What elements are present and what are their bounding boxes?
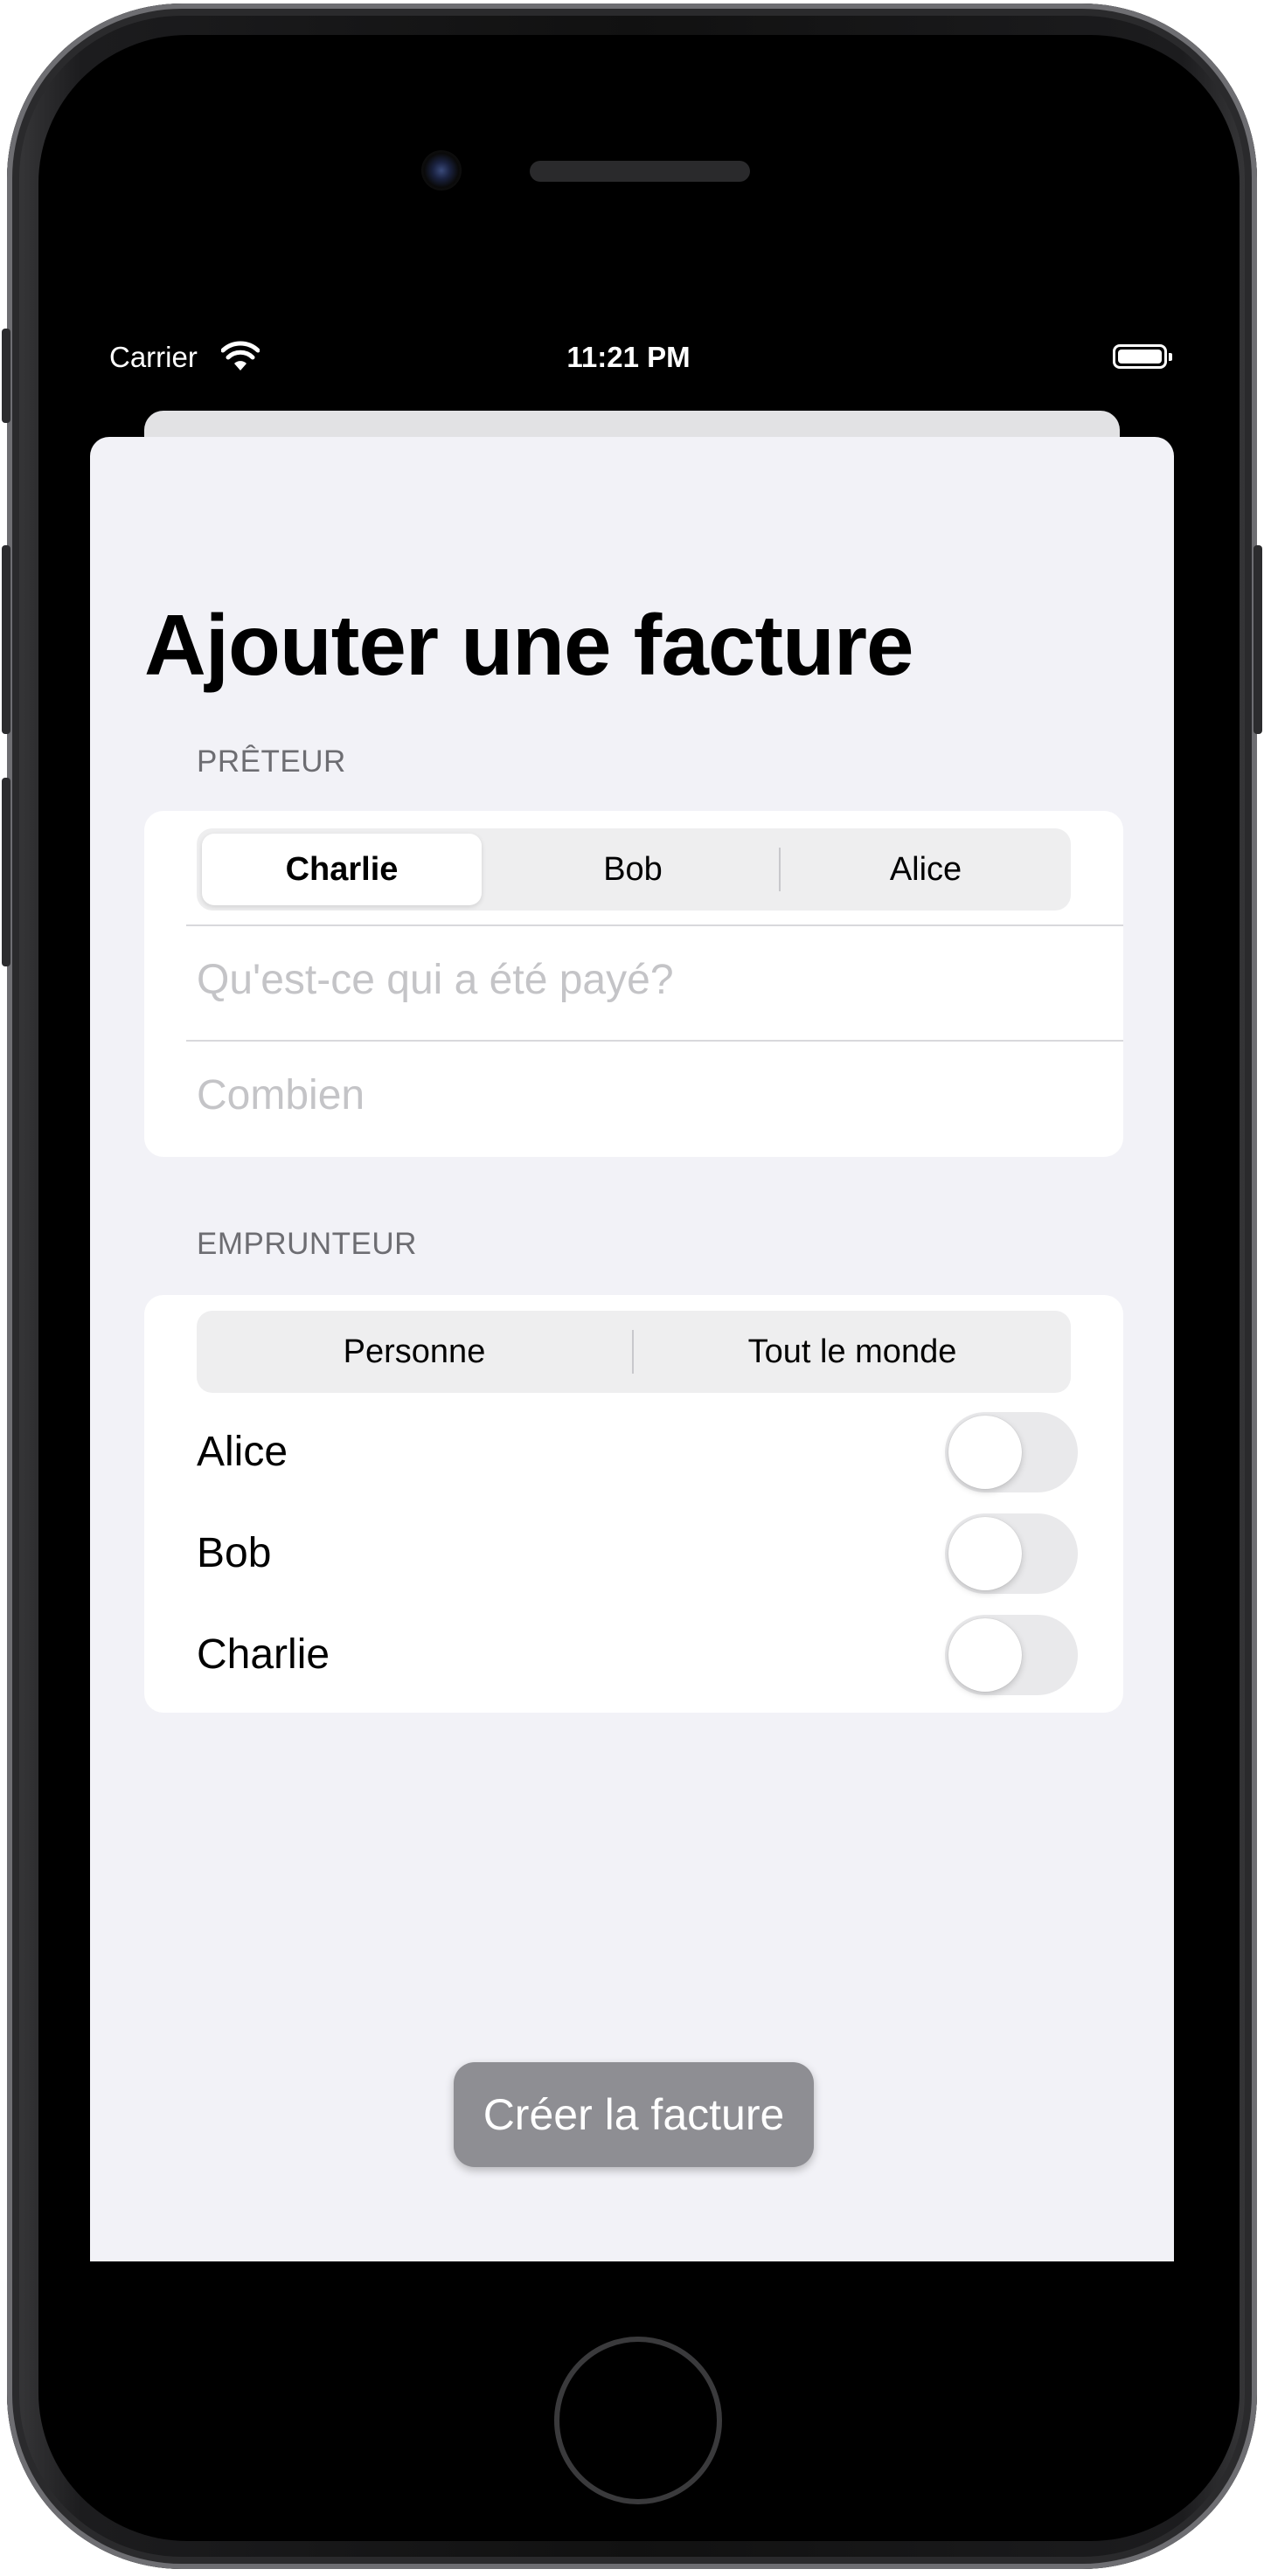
amount-input[interactable]: Combien [197,1071,365,1119]
segment-alice[interactable]: Alice [781,828,1071,911]
earpiece-speaker [530,161,750,182]
lender-group: Charlie Bob Alice Qu'est-ce qui a été pa… [144,811,1123,1157]
power-button [1254,545,1262,734]
toggle-knob [948,1618,1022,1692]
borrower-bob-toggle[interactable] [945,1513,1078,1594]
borrower-charlie-label: Charlie [197,1631,330,1678]
home-button[interactable] [554,2337,722,2504]
status-bar: Carrier 11:21 PM [90,336,1172,381]
lender-section-header: PRÊTEUR [197,744,346,779]
row-separator [186,1040,1123,1042]
borrower-segmented-control: Personne Tout le monde [197,1311,1071,1393]
ring-switch [2,329,10,423]
volume-up-button [2,545,10,734]
borrower-alice-toggle[interactable] [945,1412,1078,1492]
what-was-paid-input[interactable]: Qu'est-ce qui a été payé? [197,956,674,1004]
battery-icon [1113,344,1172,369]
create-bill-button[interactable]: Créer la facture [454,2062,814,2167]
clock: 11:21 PM [566,341,691,373]
add-bill-sheet: Ajouter une facture PRÊTEUR Charlie Bob … [90,437,1174,2261]
row-separator [186,924,1123,926]
segment-nobody[interactable]: Personne [197,1311,632,1393]
borrower-section-header: EMPRUNTEUR [197,1227,417,1261]
borrower-group: Personne Tout le monde Alice Bob Charlie [144,1295,1123,1713]
toggle-knob [948,1517,1022,1590]
borrower-charlie-toggle[interactable] [945,1615,1078,1695]
front-camera [421,150,462,190]
borrower-bob-label: Bob [197,1530,272,1576]
segment-charlie[interactable]: Charlie [202,834,482,905]
segment-everyone[interactable]: Tout le monde [634,1311,1071,1393]
page-title: Ajouter une facture [144,597,913,693]
lender-segmented-control: Charlie Bob Alice [197,828,1071,911]
borrower-alice-label: Alice [197,1429,288,1475]
segment-bob[interactable]: Bob [487,828,779,911]
toggle-knob [948,1416,1022,1489]
volume-down-button [2,778,10,966]
